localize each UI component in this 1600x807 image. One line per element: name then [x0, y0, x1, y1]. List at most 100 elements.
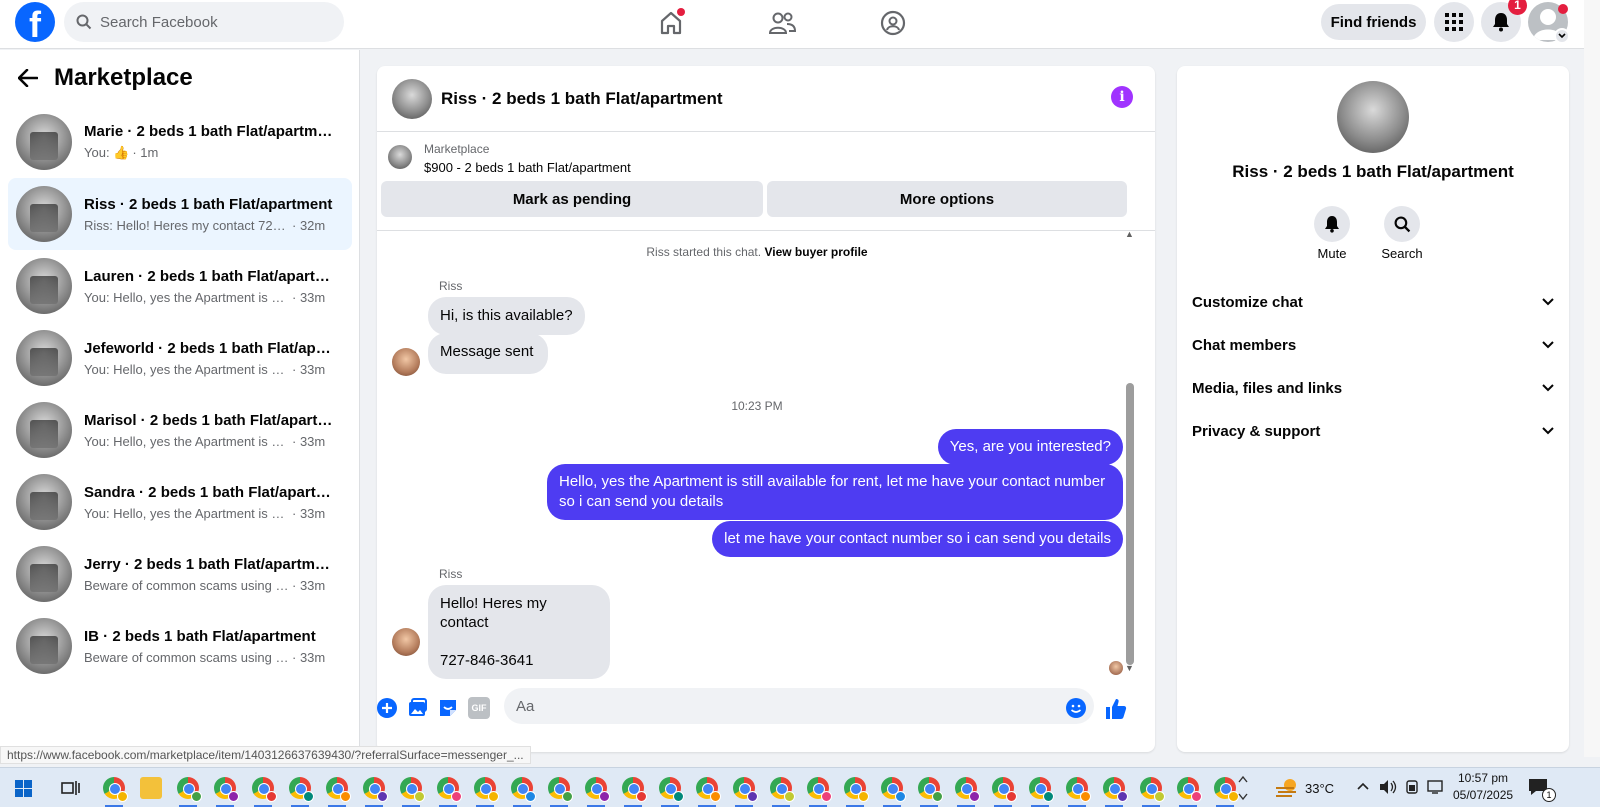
- chrome-window-icon[interactable]: [177, 777, 202, 807]
- search-chat-button[interactable]: Search: [1372, 206, 1432, 261]
- chrome-window-icon[interactable]: [511, 777, 536, 807]
- chrome-profile-badge: [784, 791, 795, 802]
- back-arrow-icon[interactable]: [18, 69, 38, 87]
- mark-pending-button[interactable]: Mark as pending: [381, 181, 763, 217]
- chat-members-section[interactable]: Chat members: [1192, 325, 1554, 365]
- search-input[interactable]: [100, 13, 320, 31]
- chrome-profile-badge: [747, 791, 758, 802]
- emoji-icon[interactable]: [1065, 697, 1087, 719]
- more-options-button[interactable]: More options: [767, 181, 1127, 217]
- chrome-window-icon[interactable]: [1066, 777, 1091, 807]
- mute-button[interactable]: Mute: [1302, 206, 1362, 261]
- sender-avatar[interactable]: [392, 628, 420, 656]
- chrome-window-icon[interactable]: [363, 777, 388, 807]
- chrome-window-icon[interactable]: [103, 777, 128, 807]
- chrome-window-icon[interactable]: [807, 777, 832, 807]
- groups-tab[interactable]: [871, 5, 915, 41]
- incoming-message[interactable]: Message sent: [428, 333, 549, 374]
- chevron-up-icon[interactable]: [1357, 782, 1369, 790]
- privacy-support-section[interactable]: Privacy & support: [1192, 411, 1554, 451]
- listing-thumbnail[interactable]: [388, 145, 412, 169]
- conversation-item[interactable]: Riss · 2 beds 1 bath Flat/apartment Riss:…: [8, 178, 352, 250]
- chrome-window-icon[interactable]: [770, 777, 795, 807]
- chrome-window-icon[interactable]: [1214, 777, 1239, 807]
- task-view-icon[interactable]: [61, 779, 81, 797]
- battery-icon[interactable]: [1404, 779, 1420, 795]
- chrome-window-icon[interactable]: [400, 777, 425, 807]
- clock-date[interactable]: 05/07/2025: [1453, 788, 1513, 802]
- photo-icon[interactable]: [406, 697, 428, 719]
- chrome-window-icon[interactable]: [1103, 777, 1128, 807]
- conversation-item[interactable]: Marisol · 2 beds 1 bath Flat/apartment Yo…: [8, 394, 352, 466]
- friends-tab[interactable]: [760, 5, 804, 41]
- message-input-box[interactable]: [504, 688, 1094, 724]
- page-scrollbar[interactable]: [1584, 0, 1600, 757]
- incoming-message[interactable]: Hi, is this available?: [428, 297, 585, 335]
- find-friends-button[interactable]: Find friends: [1321, 4, 1426, 40]
- chrome-window-icon[interactable]: [992, 777, 1017, 807]
- chrome-window-icon[interactable]: [326, 777, 351, 807]
- chrome-window-icon[interactable]: [918, 777, 943, 807]
- info-icon[interactable]: i: [1111, 86, 1133, 108]
- chrome-window-icon[interactable]: [1140, 777, 1165, 807]
- gif-icon[interactable]: GIF: [468, 697, 490, 719]
- conversation-item[interactable]: Sandra · 2 beds 1 bath Flat/apartment You…: [8, 466, 352, 538]
- chrome-window-icon[interactable]: [659, 777, 684, 807]
- chrome-window-icon[interactable]: [585, 777, 610, 807]
- thumbs-up-icon[interactable]: [1104, 697, 1128, 721]
- network-icon[interactable]: [1427, 779, 1445, 795]
- menu-button[interactable]: [1434, 2, 1474, 42]
- message-input[interactable]: [516, 697, 1036, 715]
- chat-title[interactable]: Riss · 2 beds 1 bath Flat/apartment: [441, 89, 723, 109]
- search-bar[interactable]: [64, 2, 344, 42]
- sender-avatar[interactable]: [392, 348, 420, 376]
- chat-scrollbar-thumb[interactable]: [1126, 383, 1134, 665]
- outgoing-message[interactable]: Yes, are you interested?: [937, 429, 1123, 465]
- clock-time[interactable]: 10:57 pm: [1458, 771, 1508, 785]
- customize-chat-section[interactable]: Customize chat: [1192, 282, 1554, 322]
- outgoing-message[interactable]: let me have your contact number so i can…: [712, 521, 1123, 557]
- listing-price[interactable]: $900 - 2 beds 1 bath Flat/apartment: [424, 160, 631, 175]
- chrome-window-icon[interactable]: [622, 777, 647, 807]
- facebook-logo[interactable]: f: [15, 2, 55, 42]
- home-tab[interactable]: [649, 5, 693, 41]
- chrome-window-icon[interactable]: [955, 777, 980, 807]
- scroll-up-arrow[interactable]: ▲: [1125, 229, 1134, 239]
- chrome-window-icon[interactable]: [548, 777, 573, 807]
- media-files-links-section[interactable]: Media, files and links: [1192, 368, 1554, 408]
- chrome-window-icon[interactable]: [1029, 777, 1054, 807]
- conversation-item[interactable]: Jefeworld · 2 beds 1 bath Flat/apartment…: [8, 322, 352, 394]
- taskbar-scroll-arrows-icon[interactable]: [1238, 774, 1248, 802]
- chrome-window-icon[interactable]: [437, 777, 462, 807]
- conversation-item[interactable]: Marie · 2 beds 1 bath Flat/apartment You:…: [8, 106, 352, 178]
- chrome-window-icon[interactable]: [214, 777, 239, 807]
- weather-icon[interactable]: [1274, 776, 1300, 798]
- listing-avatar[interactable]: [1337, 81, 1409, 153]
- chat-avatar[interactable]: [392, 78, 432, 119]
- chrome-profile-badge: [340, 791, 351, 802]
- chrome-profile-badge: [599, 791, 610, 802]
- chrome-window-icon[interactable]: [733, 777, 758, 807]
- chrome-window-icon[interactable]: [474, 777, 499, 807]
- conversation-item[interactable]: Lauren · 2 beds 1 bath Flat/apartment You…: [8, 250, 352, 322]
- chrome-window-icon[interactable]: [1177, 777, 1202, 807]
- chrome-window-icon[interactable]: [252, 777, 277, 807]
- notifications-button[interactable]: 1: [1481, 0, 1527, 42]
- sticker-icon[interactable]: [437, 697, 459, 719]
- incoming-message[interactable]: Hello! Heres my contact 727-846-3641: [428, 585, 610, 679]
- conversation-item[interactable]: Jerry · 2 beds 1 bath Flat/apartment Bewa…: [8, 538, 352, 610]
- outgoing-message[interactable]: Hello, yes the Apartment is still availa…: [547, 464, 1123, 520]
- chrome-window-icon[interactable]: [289, 777, 314, 807]
- chrome-window-icon[interactable]: [844, 777, 869, 807]
- chevron-down-icon[interactable]: [1554, 28, 1570, 44]
- scroll-down-arrow[interactable]: ▼: [1125, 663, 1134, 673]
- file-explorer-icon[interactable]: [140, 777, 162, 799]
- chrome-window-icon[interactable]: [881, 777, 906, 807]
- view-buyer-profile-link[interactable]: View buyer profile: [764, 245, 867, 259]
- windows-start-icon[interactable]: [15, 780, 32, 797]
- conversation-item[interactable]: IB · 2 beds 1 bath Flat/apartment Beware …: [8, 610, 352, 682]
- plus-circle-icon[interactable]: [376, 697, 398, 719]
- chrome-window-icon[interactable]: [696, 777, 721, 807]
- temperature-label[interactable]: 33°C: [1305, 781, 1334, 796]
- volume-icon[interactable]: [1379, 779, 1397, 795]
